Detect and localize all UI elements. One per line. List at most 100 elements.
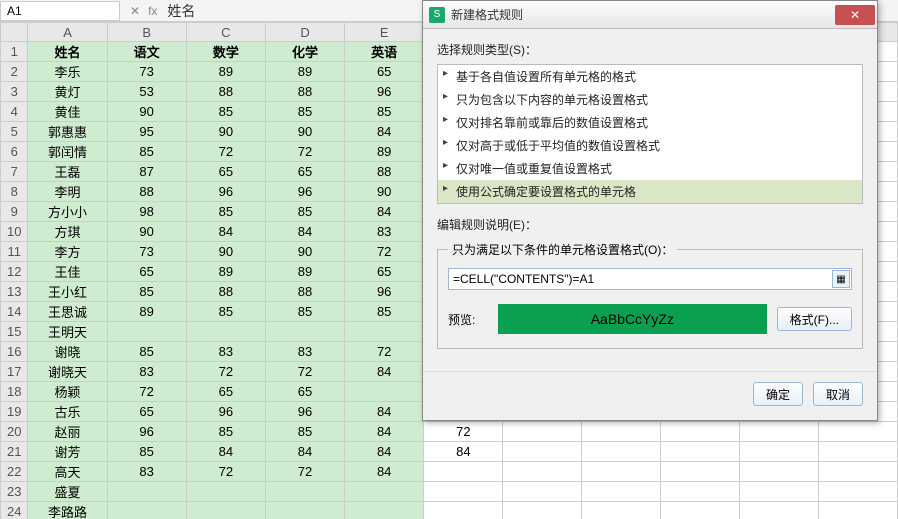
cell-A1[interactable]: 姓名 bbox=[28, 42, 107, 62]
cell-F20[interactable]: 72 bbox=[424, 422, 503, 442]
select-all-corner[interactable] bbox=[1, 23, 28, 42]
rule-option-5[interactable]: 使用公式确定要设置格式的单元格 bbox=[438, 180, 862, 203]
cell-K21[interactable] bbox=[818, 442, 897, 462]
row-header-21[interactable]: 21 bbox=[1, 442, 28, 462]
cell-A3[interactable]: 黄灯 bbox=[28, 82, 107, 102]
cell-D13[interactable]: 88 bbox=[265, 282, 344, 302]
cell-C13[interactable]: 88 bbox=[186, 282, 265, 302]
cell-C19[interactable]: 96 bbox=[186, 402, 265, 422]
cell-F22[interactable] bbox=[424, 462, 503, 482]
cell-D6[interactable]: 72 bbox=[265, 142, 344, 162]
cell-B8[interactable]: 88 bbox=[107, 182, 186, 202]
cell-A15[interactable]: 王明天 bbox=[28, 322, 107, 342]
cell-G23[interactable] bbox=[503, 482, 582, 502]
cell-I21[interactable] bbox=[661, 442, 740, 462]
row-header-13[interactable]: 13 bbox=[1, 282, 28, 302]
row-header-17[interactable]: 17 bbox=[1, 362, 28, 382]
cell-D8[interactable]: 96 bbox=[265, 182, 344, 202]
cell-J20[interactable] bbox=[740, 422, 819, 442]
cell-J23[interactable] bbox=[740, 482, 819, 502]
row-header-4[interactable]: 4 bbox=[1, 102, 28, 122]
cell-A17[interactable]: 谢晓天 bbox=[28, 362, 107, 382]
cell-A11[interactable]: 李方 bbox=[28, 242, 107, 262]
cell-A14[interactable]: 王思诚 bbox=[28, 302, 107, 322]
cell-G22[interactable] bbox=[503, 462, 582, 482]
row-header-2[interactable]: 2 bbox=[1, 62, 28, 82]
cell-E13[interactable]: 96 bbox=[345, 282, 424, 302]
cell-D18[interactable]: 65 bbox=[265, 382, 344, 402]
row-header-8[interactable]: 8 bbox=[1, 182, 28, 202]
cell-A16[interactable]: 谢晓 bbox=[28, 342, 107, 362]
cell-H23[interactable] bbox=[582, 482, 661, 502]
cell-C3[interactable]: 88 bbox=[186, 82, 265, 102]
row-header-20[interactable]: 20 bbox=[1, 422, 28, 442]
cell-B11[interactable]: 73 bbox=[107, 242, 186, 262]
rule-type-list[interactable]: 基于各自值设置所有单元格的格式只为包含以下内容的单元格设置格式仅对排名靠前或靠后… bbox=[437, 64, 863, 204]
row-header-23[interactable]: 23 bbox=[1, 482, 28, 502]
cell-K23[interactable] bbox=[818, 482, 897, 502]
cell-B1[interactable]: 语文 bbox=[107, 42, 186, 62]
cell-A7[interactable]: 王磊 bbox=[28, 162, 107, 182]
format-button[interactable]: 格式(F)... bbox=[777, 307, 852, 331]
cell-C24[interactable] bbox=[186, 502, 265, 519]
cell-B5[interactable]: 95 bbox=[107, 122, 186, 142]
dialog-titlebar[interactable]: S 新建格式规则 ✕ bbox=[423, 1, 877, 29]
row-header-11[interactable]: 11 bbox=[1, 242, 28, 262]
cell-E17[interactable]: 84 bbox=[345, 362, 424, 382]
cell-C15[interactable] bbox=[186, 322, 265, 342]
cell-B3[interactable]: 53 bbox=[107, 82, 186, 102]
cell-H22[interactable] bbox=[582, 462, 661, 482]
col-header-B[interactable]: B bbox=[107, 23, 186, 42]
cell-A9[interactable]: 方小小 bbox=[28, 202, 107, 222]
cell-E1[interactable]: 英语 bbox=[345, 42, 424, 62]
row-header-14[interactable]: 14 bbox=[1, 302, 28, 322]
range-picker-icon[interactable]: ▦ bbox=[832, 270, 850, 288]
cell-J22[interactable] bbox=[740, 462, 819, 482]
row-header-10[interactable]: 10 bbox=[1, 222, 28, 242]
cell-C9[interactable]: 85 bbox=[186, 202, 265, 222]
cell-E20[interactable]: 84 bbox=[345, 422, 424, 442]
cell-G24[interactable] bbox=[503, 502, 582, 519]
row-header-5[interactable]: 5 bbox=[1, 122, 28, 142]
cell-E22[interactable]: 84 bbox=[345, 462, 424, 482]
cell-B2[interactable]: 73 bbox=[107, 62, 186, 82]
row-header-12[interactable]: 12 bbox=[1, 262, 28, 282]
cell-D12[interactable]: 89 bbox=[265, 262, 344, 282]
cell-G21[interactable] bbox=[503, 442, 582, 462]
fx-icon[interactable]: fx bbox=[148, 4, 157, 18]
cell-H24[interactable] bbox=[582, 502, 661, 519]
cell-D5[interactable]: 90 bbox=[265, 122, 344, 142]
cell-D2[interactable]: 89 bbox=[265, 62, 344, 82]
cell-C17[interactable]: 72 bbox=[186, 362, 265, 382]
cell-B7[interactable]: 87 bbox=[107, 162, 186, 182]
cell-E7[interactable]: 88 bbox=[345, 162, 424, 182]
row-header-3[interactable]: 3 bbox=[1, 82, 28, 102]
cell-B21[interactable]: 85 bbox=[107, 442, 186, 462]
cell-B14[interactable]: 89 bbox=[107, 302, 186, 322]
cell-C2[interactable]: 89 bbox=[186, 62, 265, 82]
cell-I23[interactable] bbox=[661, 482, 740, 502]
cell-C4[interactable]: 85 bbox=[186, 102, 265, 122]
cell-A22[interactable]: 高天 bbox=[28, 462, 107, 482]
row-header-19[interactable]: 19 bbox=[1, 402, 28, 422]
cell-D3[interactable]: 88 bbox=[265, 82, 344, 102]
cell-B20[interactable]: 96 bbox=[107, 422, 186, 442]
cell-C23[interactable] bbox=[186, 482, 265, 502]
rule-option-4[interactable]: 仅对唯一值或重复值设置格式 bbox=[438, 157, 862, 180]
row-header-9[interactable]: 9 bbox=[1, 202, 28, 222]
cell-A2[interactable]: 李乐 bbox=[28, 62, 107, 82]
cell-D1[interactable]: 化学 bbox=[265, 42, 344, 62]
row-header-7[interactable]: 7 bbox=[1, 162, 28, 182]
close-icon[interactable]: ✕ bbox=[835, 5, 875, 25]
cell-E18[interactable] bbox=[345, 382, 424, 402]
cell-C14[interactable]: 85 bbox=[186, 302, 265, 322]
cell-C21[interactable]: 84 bbox=[186, 442, 265, 462]
cell-E23[interactable] bbox=[345, 482, 424, 502]
cell-A20[interactable]: 赵丽 bbox=[28, 422, 107, 442]
cell-A23[interactable]: 盛夏 bbox=[28, 482, 107, 502]
ok-button[interactable]: 确定 bbox=[753, 382, 803, 406]
cell-C5[interactable]: 90 bbox=[186, 122, 265, 142]
cell-D11[interactable]: 90 bbox=[265, 242, 344, 262]
cell-D4[interactable]: 85 bbox=[265, 102, 344, 122]
cell-B6[interactable]: 85 bbox=[107, 142, 186, 162]
